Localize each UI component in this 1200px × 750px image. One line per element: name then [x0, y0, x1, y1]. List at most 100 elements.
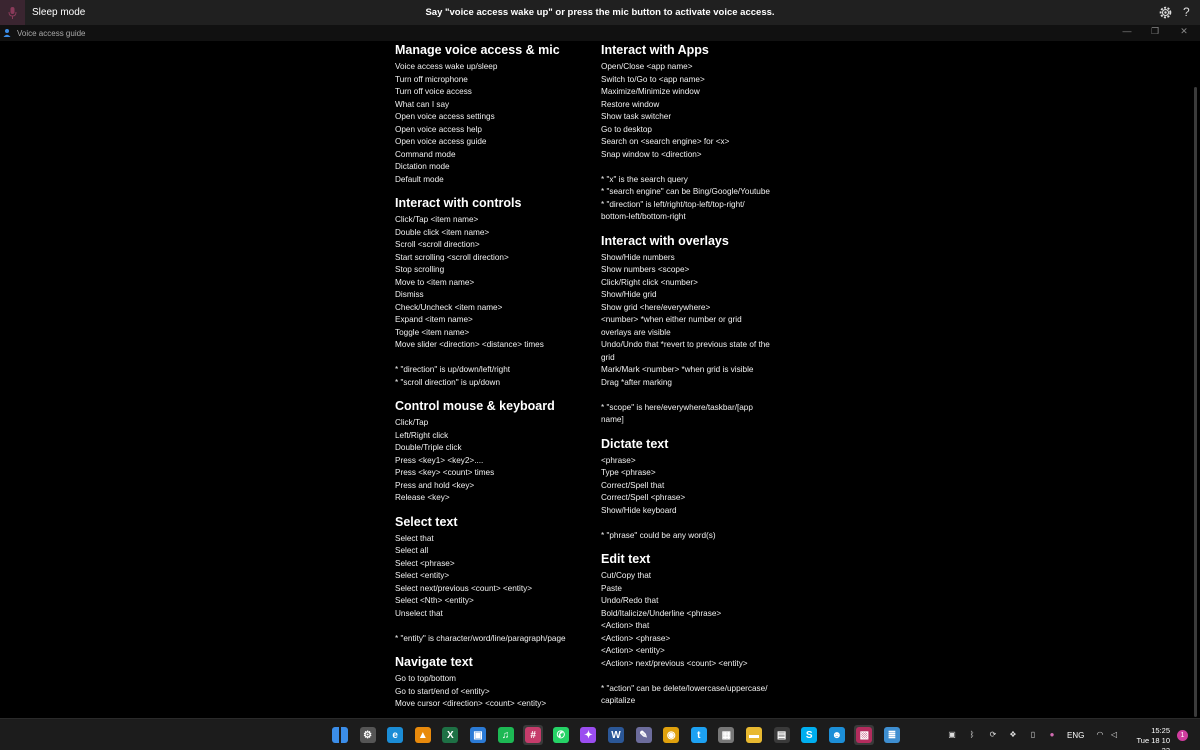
scrollbar[interactable] — [1194, 87, 1197, 717]
file-explorer-icon[interactable]: ▬ — [744, 725, 764, 745]
command-line: Turn off microphone — [395, 74, 595, 87]
window-titlebar: Voice access guide — ❐ ✕ — [0, 25, 1200, 41]
command-line: Show grid <here/everywhere> — [601, 302, 801, 315]
voice-access-message: Say "voice access wake up" or press the … — [0, 7, 1200, 18]
command-line: <Action> <entity> — [601, 645, 801, 658]
wifi-icon[interactable]: ◠ — [1095, 730, 1105, 740]
paint-icon[interactable]: ✎ — [634, 725, 654, 745]
command-line: Bold/Italicize/Underline <phrase> — [601, 608, 801, 621]
note-line: * "action" can be delete/lowercase/upper… — [601, 683, 801, 696]
command-line: Click/Right click <number> — [601, 277, 801, 290]
battery-icon[interactable]: ▯ — [1028, 730, 1038, 740]
command-line: Default mode — [395, 174, 595, 187]
file-explorer-icon-glyph: ▬ — [746, 727, 762, 743]
command-line: Toggle <item name> — [395, 327, 595, 340]
section-gap — [395, 645, 595, 653]
settings-icon[interactable]: ⚙ — [358, 725, 378, 745]
vlc-icon[interactable]: ▲ — [413, 725, 433, 745]
spotify-icon[interactable]: ♫ — [496, 725, 516, 745]
restore-button[interactable]: ❐ — [1148, 26, 1162, 37]
whatsapp-icon-glyph: ✆ — [553, 727, 569, 743]
tray-microphone-icon[interactable]: ● — [1047, 730, 1057, 740]
gear-icon[interactable] — [1158, 5, 1173, 20]
command-line: Go to top/bottom — [395, 673, 595, 686]
command-line: Go to desktop — [601, 124, 801, 137]
minimize-button[interactable]: — — [1120, 26, 1134, 36]
command-line: Undo/Redo that — [601, 595, 801, 608]
people-icon[interactable]: ☻ — [827, 725, 847, 745]
command-line: overlays are visible — [601, 327, 801, 340]
excel-icon-glyph: X — [442, 727, 458, 743]
help-button[interactable]: ? — [1183, 5, 1190, 19]
word-icon[interactable]: W — [606, 725, 626, 745]
store-bag-icon[interactable]: ▤ — [772, 725, 792, 745]
command-line: Maximize/Minimize window — [601, 86, 801, 99]
command-line: <phrase> — [601, 455, 801, 468]
twitter-icon[interactable]: t — [689, 725, 709, 745]
command-line: Dismiss — [395, 289, 595, 302]
vlc-icon-glyph: ▲ — [415, 727, 431, 743]
section-navigate-text: Navigate textGo to top/bottomGo to start… — [395, 655, 595, 711]
command-line: What can I say — [395, 99, 595, 112]
section-dictate-text: Dictate text<phrase>Type <phrase>Correct… — [601, 437, 801, 543]
command-line: Open voice access settings — [395, 111, 595, 124]
language-indicator[interactable]: ENG — [1067, 731, 1084, 740]
command-line: Press <key1> <key2>.... — [395, 455, 595, 468]
slack-icon[interactable]: # — [523, 725, 543, 745]
calendar-icon[interactable]: ▦ — [716, 725, 736, 745]
voice-guide-icon[interactable]: ▧ — [854, 725, 874, 745]
paint-icon-glyph: ✎ — [636, 727, 652, 743]
microphone-icon — [7, 6, 18, 20]
command-line: <Action> next/previous <count> <entity> — [601, 658, 801, 671]
command-line: Open voice access help — [395, 124, 595, 137]
section-gap — [601, 224, 801, 232]
command-line: Click/Tap <item name> — [395, 214, 595, 227]
store-icon[interactable]: ▣ — [468, 725, 488, 745]
whatsapp-icon[interactable]: ✆ — [551, 725, 571, 745]
section-title: Interact with overlays — [601, 234, 801, 249]
tray-sync-icon[interactable]: ⟳ — [988, 730, 998, 740]
notification-badge[interactable]: 1 — [1177, 730, 1188, 741]
excel-icon[interactable]: X — [440, 725, 460, 745]
store-bag-icon-glyph: ▤ — [774, 727, 790, 743]
messenger-icon[interactable]: ✦ — [578, 725, 598, 745]
edge-icon[interactable]: e — [385, 725, 405, 745]
note-line: * "scroll direction" is up/down — [395, 377, 595, 390]
window-title: Voice access guide — [17, 29, 86, 38]
command-line: Paste — [601, 583, 801, 596]
section-title: Control mouse & keyboard — [395, 399, 595, 414]
taskbar: ⚙ e ▲ X ▣ ♫ # ✆ ✦ W ✎ ◉ t ▦ ▬ ▤ S ☻ ▧ ≣ ▣ ᛒ ⟳ ❖ ▯ ● ENG ◠ ◁… — [0, 718, 1200, 750]
note-line: capitalize — [601, 695, 801, 708]
clock-date: Tue 18 10 22 — [1128, 736, 1170, 750]
command-line: Open voice access guide — [395, 136, 595, 149]
note-line: * "direction" is left/right/top-left/top… — [601, 199, 801, 212]
notepad-icon[interactable]: ≣ — [882, 725, 902, 745]
tray-app-icon[interactable]: ▣ — [947, 730, 957, 740]
bluetooth-icon[interactable]: ᛒ — [967, 730, 977, 740]
mic-button[interactable] — [0, 0, 25, 25]
voice-access-app-icon — [3, 28, 13, 38]
messenger-icon-glyph: ✦ — [580, 727, 596, 743]
section-gap — [395, 186, 595, 194]
command-line: Double/Triple click — [395, 442, 595, 455]
tray-dropbox-icon[interactable]: ❖ — [1008, 730, 1018, 740]
guide-column-left: Manage voice access & micVoice access wa… — [395, 41, 595, 711]
clock[interactable]: 15:25 Tue 18 10 22 — [1128, 726, 1170, 750]
command-line: Restore window — [601, 99, 801, 112]
command-line: Press and hold <key> — [395, 480, 595, 493]
start-icon[interactable] — [330, 725, 350, 745]
command-line: Release <key> — [395, 492, 595, 505]
command-line: Select <entity> — [395, 570, 595, 583]
spotify-icon-glyph: ♫ — [498, 727, 514, 743]
note-gap — [601, 670, 801, 683]
command-line: Correct/Spell that — [601, 480, 801, 493]
skype-icon[interactable]: S — [799, 725, 819, 745]
edge-icon-glyph: e — [387, 727, 403, 743]
volume-icon[interactable]: ◁ — [1109, 730, 1119, 740]
guide-content[interactable]: Manage voice access & micVoice access wa… — [0, 41, 1200, 718]
notepad-icon-glyph: ≣ — [884, 727, 900, 743]
close-button[interactable]: ✕ — [1177, 26, 1191, 37]
command-line: <Action> <phrase> — [601, 633, 801, 646]
chrome-icon[interactable]: ◉ — [661, 725, 681, 745]
command-line: Select next/previous <count> <entity> — [395, 583, 595, 596]
